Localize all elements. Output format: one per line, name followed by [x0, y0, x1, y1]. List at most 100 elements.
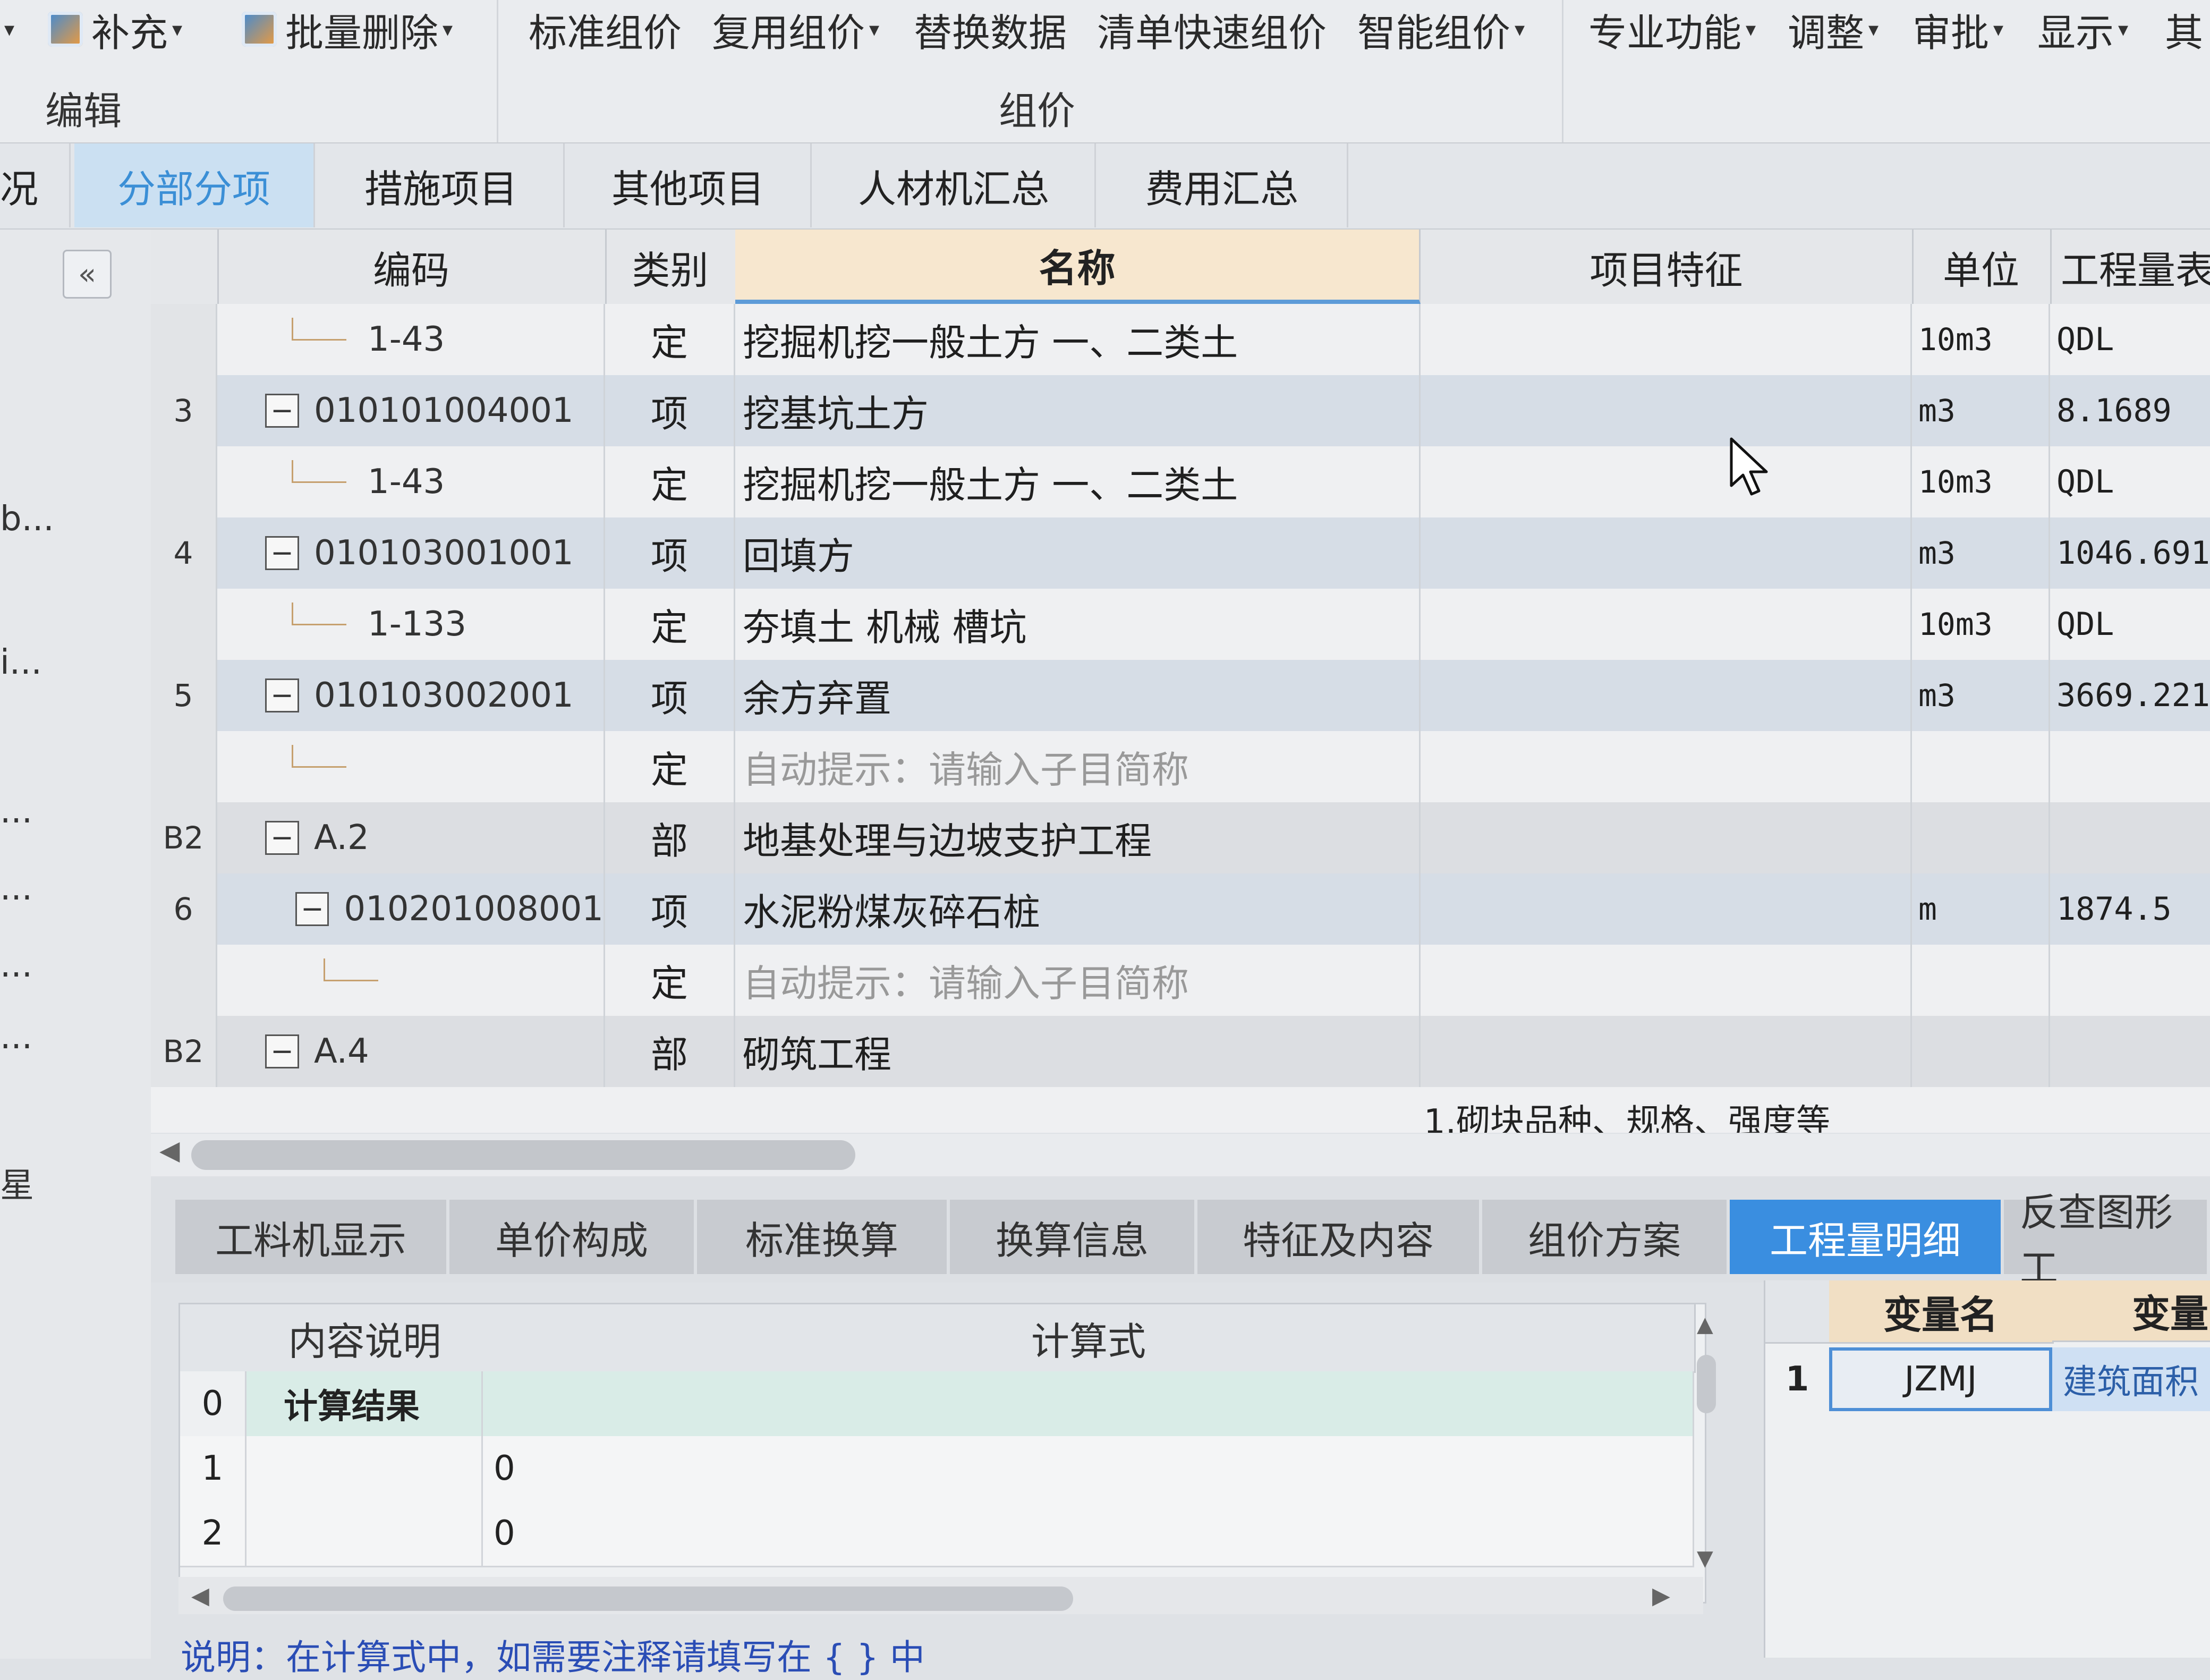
features-cell[interactable]	[1421, 517, 1912, 589]
features-cell[interactable]	[1421, 731, 1912, 802]
unit-cell[interactable]: m3	[1912, 660, 2050, 731]
table-row[interactable]: 1-43 定 挖掘机挖一般土方 一、二类土 10m3 QDL	[151, 446, 2210, 519]
quick-list-pricing-button[interactable]: 清单快速组价	[1097, 0, 1327, 58]
tab-conversion-info[interactable]: 换算信息	[950, 1200, 1197, 1274]
code-cell[interactable]	[217, 945, 605, 1016]
unit-cell[interactable]: m3	[1912, 517, 2050, 589]
name-cell[interactable]: 水泥粉煤灰碎石桩	[735, 873, 1421, 945]
left-nav-item[interactable]: ...	[0, 869, 32, 908]
quantity-cell[interactable]: QDL	[2050, 446, 2210, 517]
name-cell[interactable]: 余方弃置	[735, 660, 1421, 731]
calc-vertical-scrollbar[interactable]: ▲ ▼	[1693, 1312, 1719, 1578]
features-cell[interactable]	[1421, 589, 1912, 660]
scroll-up-icon[interactable]: ▲	[1697, 1312, 1713, 1337]
tab-standard-conversion[interactable]: 标准换算	[697, 1200, 950, 1274]
features-cell[interactable]	[1421, 802, 1912, 873]
type-cell[interactable]: 项	[605, 873, 735, 945]
code-cell[interactable]: 1-43	[217, 304, 605, 375]
quantity-cell[interactable]: 1874.5	[2050, 873, 2210, 945]
smart-pricing-button[interactable]: 智能组价 ▾	[1357, 0, 1525, 58]
approve-button[interactable]: 审批 ▾	[1912, 0, 2003, 58]
quantity-cell[interactable]: QDL	[2050, 304, 2210, 375]
tab-quantity-detail[interactable]: 工程量明细	[1730, 1200, 2004, 1274]
collapse-minus-icon[interactable]: −	[265, 821, 299, 855]
other-button[interactable]: 其	[2165, 0, 2203, 58]
features-cell[interactable]	[1421, 375, 1912, 446]
features-cell[interactable]	[1421, 660, 1912, 731]
unit-cell[interactable]	[1912, 1016, 2050, 1087]
professional-functions-button[interactable]: 专业功能 ▾	[1588, 0, 1756, 58]
name-cell-hint[interactable]: 自动提示：请输入子目简称	[735, 731, 1421, 802]
left-nav-item[interactable]: ...	[0, 792, 32, 831]
left-nav-item[interactable]: ...	[0, 946, 32, 985]
unit-cell[interactable]: m3	[1912, 375, 2050, 446]
unit-cell[interactable]	[1912, 731, 2050, 802]
unit-cell[interactable]: m	[1912, 873, 2050, 945]
display-button[interactable]: 显示 ▾	[2037, 0, 2128, 58]
unit-cell[interactable]: 10m3	[1912, 304, 2050, 375]
calc-row[interactable]: 1 0	[180, 1436, 1694, 1503]
quantity-cell[interactable]	[2050, 731, 2210, 802]
type-cell[interactable]: 定	[605, 589, 735, 660]
quantity-cell[interactable]: 1046.691	[2050, 517, 2210, 589]
tab-cost-summary[interactable]: 费用汇总	[1097, 143, 1348, 227]
scroll-down-icon[interactable]: ▼	[1697, 1546, 1713, 1571]
calc-row-result[interactable]: 0 计算结果	[180, 1371, 1694, 1438]
code-cell[interactable]: − A.2	[217, 802, 605, 873]
tab-divisional-items[interactable]: 分部分项	[74, 143, 315, 227]
code-cell[interactable]: − A.4	[217, 1016, 605, 1087]
left-nav-item[interactable]: 星	[0, 1158, 34, 1207]
quantity-cell[interactable]	[2050, 802, 2210, 873]
left-nav-item[interactable]: ...	[0, 1017, 32, 1057]
tab-reverse-graphic[interactable]: 反查图形工	[2004, 1190, 2210, 1291]
scroll-left-icon[interactable]: ◀	[191, 1582, 209, 1609]
calc-row[interactable]: 2 0	[180, 1501, 1694, 1567]
calc-hscroll-thumb[interactable]	[223, 1586, 1073, 1611]
calc-formula[interactable]	[483, 1371, 1694, 1436]
scroll-left-icon[interactable]: ◀	[159, 1135, 180, 1166]
name-cell[interactable]: 砌筑工程	[735, 1016, 1421, 1087]
quantity-cell[interactable]: QDL	[2050, 589, 2210, 660]
table-row-partial[interactable]	[151, 1087, 2210, 1133]
type-cell[interactable]: 项	[605, 517, 735, 589]
name-cell[interactable]: 挖基坑土方	[735, 375, 1421, 446]
grid-scroll-thumb[interactable]	[191, 1140, 855, 1170]
collapse-minus-icon[interactable]: −	[265, 394, 299, 428]
calc-description[interactable]: 计算结果	[246, 1371, 483, 1436]
quantity-cell[interactable]	[2050, 945, 2210, 1016]
calc-scroll-thumb[interactable]	[1697, 1355, 1716, 1413]
header-code[interactable]: 编码	[217, 230, 607, 304]
collapse-minus-icon[interactable]: −	[265, 1034, 299, 1068]
quantity-cell[interactable]	[2050, 1016, 2210, 1087]
features-cell[interactable]	[1421, 304, 1912, 375]
table-row[interactable]: 3 −010101004001 项 挖基坑土方 m3 8.1689	[151, 375, 2210, 448]
features-cell[interactable]	[1421, 873, 1912, 945]
tab-labor-material-summary[interactable]: 人材机汇总	[813, 143, 1096, 227]
standard-pricing-button[interactable]: 标准组价	[529, 0, 682, 58]
tab-measures[interactable]: 措施项目	[319, 143, 565, 227]
code-cell[interactable]: −010101004001	[217, 375, 605, 446]
tab-features-content[interactable]: 特征及内容	[1197, 1200, 1482, 1274]
table-row[interactable]: 1-43 定 挖掘机挖一般土方 一、二类土 10m3 QDL	[151, 304, 2210, 377]
code-cell[interactable]: −010103002001	[217, 660, 605, 731]
features-cell[interactable]	[1421, 446, 1912, 517]
header-type[interactable]: 类别	[605, 230, 737, 304]
header-quantity-expression[interactable]: 工程量表	[2050, 230, 2210, 304]
replace-data-button[interactable]: 替换数据	[914, 0, 1067, 58]
unit-cell[interactable]: 10m3	[1912, 446, 2050, 517]
calc-formula[interactable]: 0	[483, 1436, 1694, 1501]
features-cell[interactable]	[1421, 945, 1912, 1016]
type-cell[interactable]: 部	[605, 802, 735, 873]
batch-delete-button[interactable]: 批量删除 ▾	[242, 0, 453, 58]
unit-cell[interactable]: 10m3	[1912, 589, 2050, 660]
supplement-button[interactable]: 补充 ▾	[48, 0, 182, 58]
name-cell[interactable]: 地基处理与边坡支护工程	[735, 802, 1421, 873]
tab-overview[interactable]: 况	[0, 143, 71, 227]
var-value-cell[interactable]: 建筑面积	[2052, 1347, 2210, 1411]
type-cell[interactable]: 项	[605, 660, 735, 731]
unit-cell[interactable]	[1912, 945, 2050, 1016]
tab-unit-price-composition[interactable]: 单价构成	[449, 1200, 697, 1274]
table-row[interactable]: B2 − A.4 部 砌筑工程	[151, 1016, 2210, 1089]
header-features[interactable]: 项目特征	[1421, 230, 1914, 304]
code-cell[interactable]: 1-43	[217, 446, 605, 517]
